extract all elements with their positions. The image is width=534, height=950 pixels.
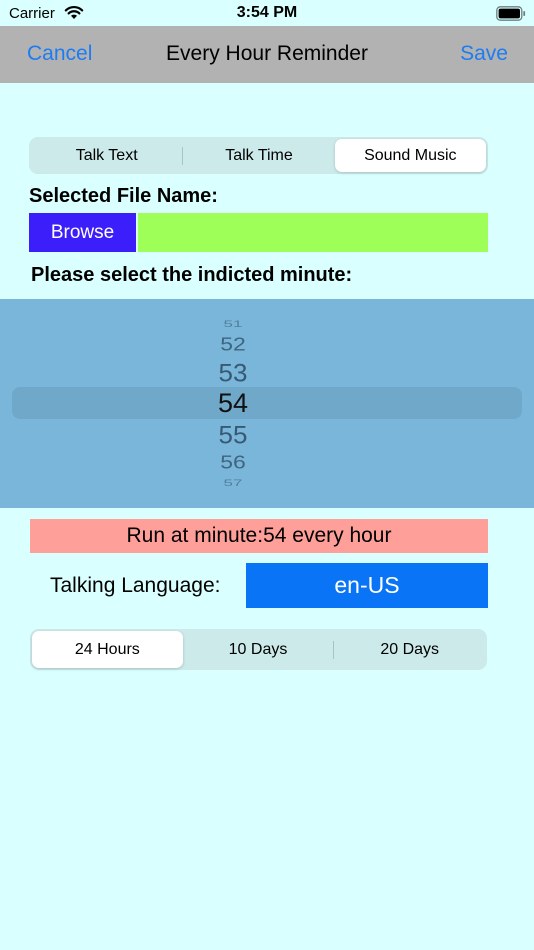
tab-label: 24 Hours <box>74 640 140 658</box>
run-schedule-banner: Run at minute:54 every hour <box>30 519 488 553</box>
tab-10-days[interactable]: 10 Days <box>183 631 334 668</box>
battery-icon <box>496 6 526 21</box>
save-button[interactable]: Save <box>460 42 508 66</box>
page-title: Every Hour Reminder <box>166 42 368 65</box>
tab-label: Talk Time <box>225 146 293 164</box>
language-button[interactable]: en-US <box>246 563 488 608</box>
status-time: 3:54 PM <box>236 4 298 21</box>
browse-button[interactable]: Browse <box>29 213 136 252</box>
minute-picker[interactable]: 51 52 53 54 55 56 57 <box>0 299 534 508</box>
mode-segmented-control: Talk Text Talk Time Sound Music <box>29 137 488 174</box>
tab-label: Talk Text <box>75 146 138 164</box>
picker-item[interactable]: 52 <box>0 333 466 355</box>
tab-sound-music[interactable]: Sound Music <box>334 139 486 172</box>
talking-language-label: Talking Language: <box>50 574 221 597</box>
status-bar: Carrier 3:54 PM <box>0 0 534 26</box>
tab-20-days[interactable]: 20 Days <box>334 631 485 668</box>
picker-item[interactable]: 55 <box>0 421 466 450</box>
tab-label: Sound Music <box>364 146 457 164</box>
tab-24-hours[interactable]: 24 Hours <box>32 631 183 668</box>
tab-talk-time[interactable]: Talk Time <box>183 139 334 172</box>
duration-segmented-control: 24 Hours 10 Days 20 Days <box>30 629 487 670</box>
file-name-field[interactable] <box>138 213 488 252</box>
picker-item[interactable]: 53 <box>0 359 466 388</box>
picker-item-selected[interactable]: 54 <box>0 388 466 419</box>
picker-item[interactable]: 57 <box>0 478 466 489</box>
tab-talk-text[interactable]: Talk Text <box>31 139 182 172</box>
tab-label: 20 Days <box>380 640 440 658</box>
selected-file-label: Selected File Name: <box>29 185 218 207</box>
navigation-bar: Cancel Every Hour Reminder Save <box>0 26 534 83</box>
picker-item[interactable]: 51 <box>0 319 466 330</box>
picker-item[interactable]: 56 <box>0 451 466 473</box>
tab-label: 10 Days <box>228 640 288 658</box>
minute-prompt-label: Please select the indicted minute: <box>31 264 353 286</box>
